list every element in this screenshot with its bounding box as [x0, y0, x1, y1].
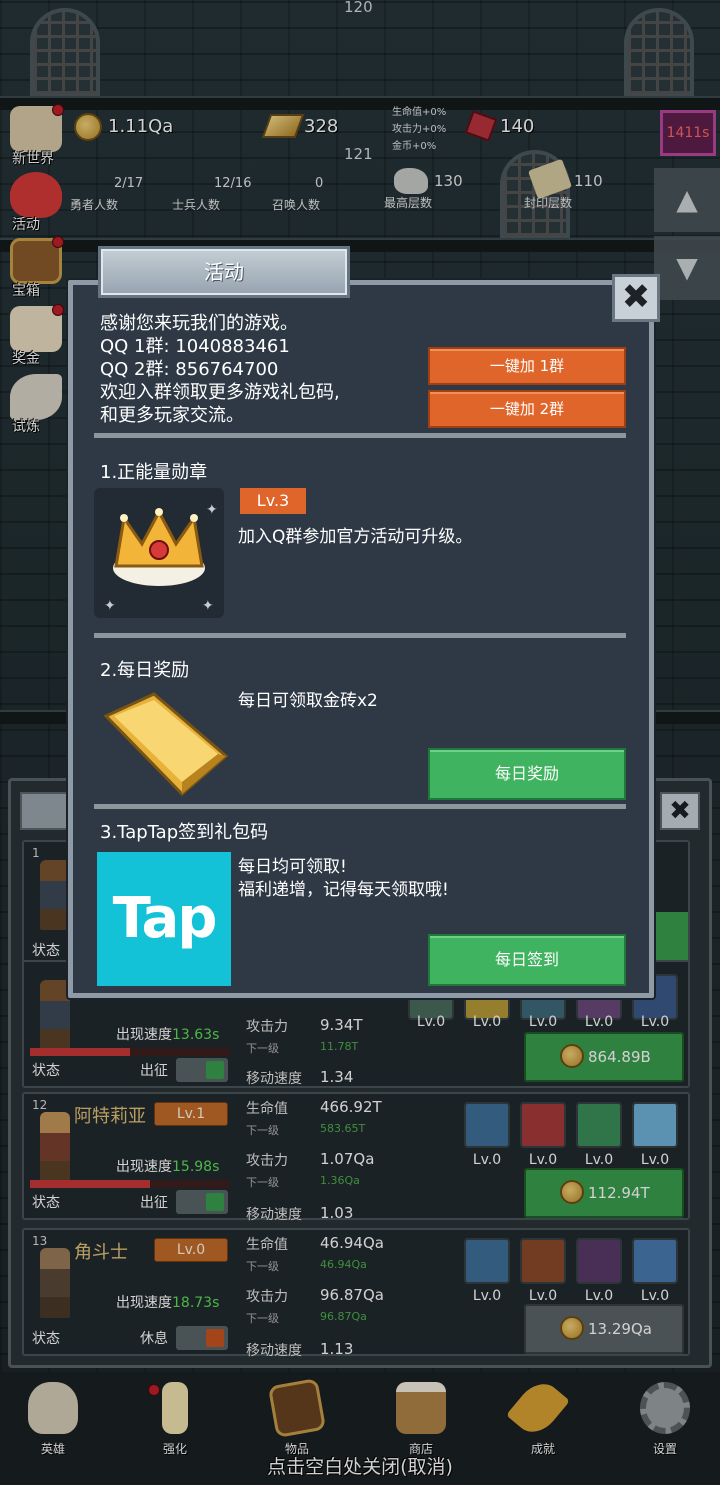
- close-button[interactable]: ✖: [612, 274, 660, 322]
- daily-reward-desc: 每日可领取金砖x2: [238, 691, 378, 711]
- section-title: 1.正能量勋章: [100, 462, 208, 483]
- svg-text:✦: ✦: [104, 598, 116, 614]
- section-title: 2.每日奖励: [100, 660, 190, 681]
- badge-desc: 加入Q群参加官方活动可升级。: [238, 527, 473, 547]
- taptap-desc: 每日均可领取! 福利递增，记得每天领取哦!: [238, 856, 449, 902]
- daily-reward-button[interactable]: 每日奖励: [428, 748, 626, 800]
- qq-group-2: QQ 2群: 856764700: [100, 359, 279, 380]
- gold-bar-icon: [103, 692, 229, 797]
- badge-level: Lv.3: [240, 488, 306, 514]
- taptap-desc-line: 每日均可领取!: [238, 857, 347, 877]
- daily-checkin-button[interactable]: 每日签到: [428, 934, 626, 986]
- intro-text: 感谢您来玩我们的游戏。 QQ 1群: 1040883461 QQ 2群: 856…: [100, 312, 340, 427]
- join-group-1-button[interactable]: 一键加 1群: [428, 347, 626, 385]
- join-group-2-button[interactable]: 一键加 2群: [428, 390, 626, 428]
- dialog-title: 活动: [98, 246, 350, 298]
- taptap-desc-line: 福利递增，记得每天领取哦!: [238, 880, 449, 900]
- taptap-logo: Tap: [97, 852, 231, 986]
- section-divider: [94, 633, 626, 638]
- qq-group-1: QQ 1群: 1040883461: [100, 336, 290, 357]
- intro-line: 欢迎入群领取更多游戏礼包码,: [100, 382, 340, 403]
- badge-frame: ✦ ✦ ✦: [94, 488, 224, 618]
- svg-text:✦: ✦: [206, 502, 218, 518]
- section-divider: [94, 433, 626, 438]
- svg-text:✦: ✦: [202, 598, 214, 614]
- intro-line: 感谢您来玩我们的游戏。: [100, 313, 298, 334]
- section-title: 3.TapTap签到礼包码: [100, 822, 269, 843]
- intro-line: 和更多玩家交流。: [100, 405, 244, 426]
- section-divider: [94, 804, 626, 809]
- crown-badge-icon: ✦ ✦ ✦: [104, 502, 218, 614]
